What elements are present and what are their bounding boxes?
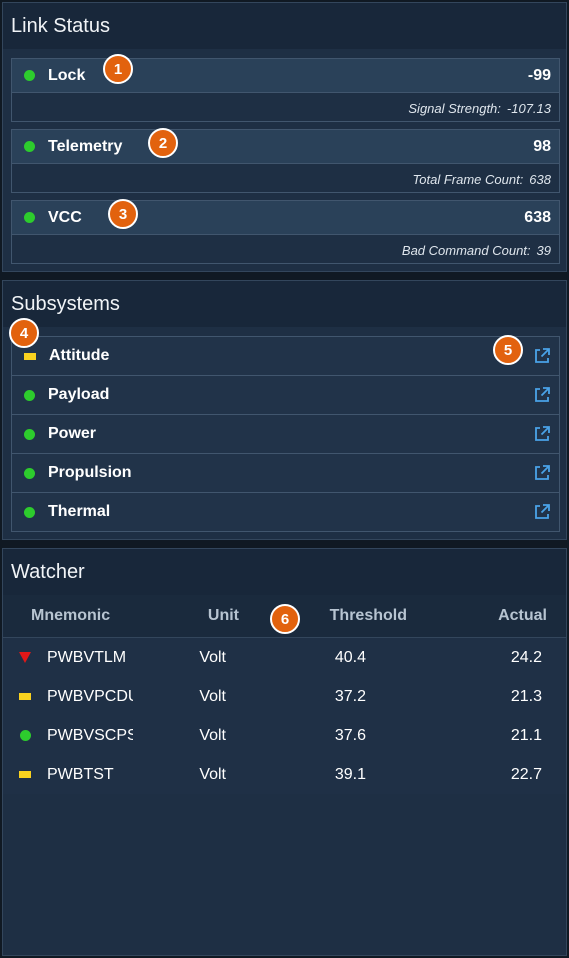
subsystems-title: Subsystems [3,281,566,327]
table-row[interactable]: PWBVTLM Volt 40.4 24.2 [3,638,566,677]
link-status-panel: Link Status Lock -99 Signal Strength: -1… [2,2,567,272]
callout-badge-1: 1 [103,54,133,84]
subsystems-panel: Subsystems Attitude Payload Power Propul… [2,280,567,540]
status-caution-icon [19,693,31,700]
external-link-icon[interactable] [533,464,551,482]
subsystem-row-attitude[interactable]: Attitude [12,337,559,376]
mnemonic-cell: PWBVTLM [47,648,127,666]
column-header-unit[interactable]: Unit [171,607,239,625]
status-normal-icon [24,428,35,440]
link-label: VCC [48,208,82,226]
actual-cell: 22.7 [510,765,542,783]
status-normal-icon [19,730,31,741]
link-value: 638 [524,208,551,226]
unit-cell: Volt [199,765,226,783]
link-detail-label: Total Frame Count: [412,171,524,187]
status-normal-icon [24,467,35,479]
callout-badge-5: 5 [493,335,523,365]
status-caution-icon [24,352,36,360]
unit-cell: Volt [199,687,226,705]
link-value: 98 [533,137,551,155]
external-link-icon[interactable] [533,347,551,365]
threshold-cell: 37.6 [334,726,366,744]
column-header-mnemonic[interactable]: Mnemonic [31,607,171,625]
subsystem-row-propulsion[interactable]: Propulsion [12,454,559,493]
external-link-icon[interactable] [533,386,551,404]
status-normal-icon [24,70,35,81]
callout-badge-6: 6 [270,604,300,634]
status-critical-icon [19,652,31,663]
status-normal-icon [24,212,35,223]
link-card-vcc[interactable]: VCC 638 Bad Command Count: 39 [11,200,560,264]
link-label: Telemetry [48,137,123,155]
table-row[interactable]: PWBVSCPST Volt 37.6 21.1 [3,716,566,755]
subsystem-row-thermal[interactable]: Thermal [12,493,559,531]
threshold-cell: 39.1 [334,765,366,783]
link-detail-label: Bad Command Count: [401,242,531,258]
link-card-telemetry[interactable]: Telemetry 98 Total Frame Count: 638 [11,129,560,193]
subsystems-list: Attitude Payload Power Propulsion Therma… [11,336,560,532]
callout-badge-4: 4 [9,318,39,348]
external-link-icon[interactable] [533,425,551,443]
actual-cell: 21.3 [510,687,542,705]
actual-cell: 24.2 [510,648,542,666]
column-header-actual[interactable]: Actual [407,607,547,625]
link-value: -99 [527,66,551,84]
link-detail-value: 39 [536,242,551,258]
status-caution-icon [19,771,31,778]
subsystem-label: Thermal [48,503,111,520]
threshold-cell: 40.4 [334,648,366,666]
mnemonic-cell: PWBVSCPST [47,726,133,744]
subsystem-label: Attitude [49,347,110,364]
unit-cell: Volt [199,648,226,666]
subsystem-row-payload[interactable]: Payload [12,376,559,415]
external-link-icon[interactable] [533,503,551,521]
link-detail-value: 638 [529,171,551,187]
column-header-threshold[interactable]: Threshold [239,607,407,625]
watcher-title: Watcher [3,549,566,595]
mnemonic-cell: PWBVPCDU [47,687,133,705]
status-normal-icon [24,506,35,518]
link-detail-label: Signal Strength: [408,100,501,116]
link-label: Lock [48,66,86,84]
link-card-lock[interactable]: Lock -99 Signal Strength: -107.13 [11,58,560,122]
subsystem-row-power[interactable]: Power [12,415,559,454]
threshold-cell: 37.2 [334,687,366,705]
unit-cell: Volt [199,726,226,744]
subsystem-label: Payload [48,386,110,403]
subsystem-label: Power [48,425,97,442]
link-detail-value: -107.13 [506,100,551,116]
subsystem-label: Propulsion [48,464,132,481]
status-normal-icon [24,141,35,152]
callout-badge-3: 3 [108,199,138,229]
actual-cell: 21.1 [510,726,542,744]
mnemonic-cell: PWBTST [47,765,114,783]
callout-badge-2: 2 [148,128,178,158]
status-normal-icon [24,389,35,401]
link-status-title: Link Status [3,3,566,49]
table-row[interactable]: PWBVPCDU Volt 37.2 21.3 [3,677,566,716]
table-row[interactable]: PWBTST Volt 39.1 22.7 [3,755,566,794]
